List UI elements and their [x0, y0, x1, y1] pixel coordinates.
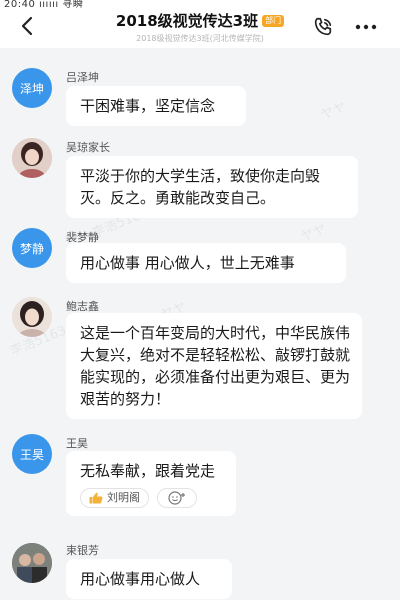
sender-name: 吴琼家长: [66, 141, 110, 154]
status-bar: 20:40 ıııııı 寻瞬: [0, 0, 400, 10]
add-emoji-icon: [168, 491, 185, 505]
thumbs-up-icon: [89, 492, 103, 504]
chat-subtitle: 2018级视觉传达3班(河北传媒学院): [136, 34, 264, 43]
avatar-photo: [12, 138, 52, 178]
message-bubble[interactable]: 无私奉献，跟着党走 刘明阁: [66, 451, 236, 516]
avatar[interactable]: [12, 138, 52, 178]
avatar-photo: [12, 297, 52, 337]
title-area[interactable]: 2018级视觉传达3班 部门 2018级视觉传达3班(河北传媒学院): [0, 10, 400, 44]
sender-name: 鲍志鑫: [66, 300, 99, 313]
reaction-user: 刘明阁: [107, 491, 140, 504]
reaction-row: 刘明阁: [80, 488, 224, 508]
avatar[interactable]: [12, 543, 52, 583]
message-bubble[interactable]: 这是一个百年变局的大时代，中华民族伟大复兴，绝对不是轻轻松松、敲锣打鼓就能实现的…: [66, 313, 362, 419]
avatar[interactable]: 梦静: [12, 228, 52, 268]
avatar[interactable]: 泽坤: [12, 68, 52, 108]
watermark: ヤヤ: [298, 221, 329, 246]
avatar-text: 王昊: [19, 447, 44, 462]
chat-title: 2018级视觉传达3班: [115, 12, 259, 30]
sender-name: 吕泽坤: [66, 71, 99, 84]
chat-header: 2018级视觉传达3班 部门 2018级视觉传达3班(河北传媒学院): [0, 8, 400, 48]
message-bubble[interactable]: 平淡于你的大学生活，致使你走向毁灭。反之。勇敢能改变自己。: [66, 156, 358, 218]
message-bubble[interactable]: 用心做事 用心做人，世上无难事: [66, 243, 346, 283]
message-bubble[interactable]: 干困难事，坚定信念: [66, 86, 246, 126]
phone-call-icon[interactable]: [312, 16, 334, 38]
avatar[interactable]: [12, 297, 52, 337]
department-badge: 部门: [262, 14, 285, 27]
sender-name: 束银芳: [66, 544, 99, 557]
watermark: ヤヤ: [318, 99, 349, 124]
message-bubble[interactable]: 用心做事用心做人: [66, 559, 232, 599]
sender-name: 王昊: [66, 437, 88, 450]
reaction-chip[interactable]: 刘明阁: [80, 488, 149, 508]
avatar[interactable]: 王昊: [12, 434, 52, 474]
avatar-photo: [12, 543, 52, 583]
message-text: 无私奉献，跟着党走: [80, 462, 216, 480]
avatar-text: 梦静: [19, 241, 44, 256]
avatar-text: 泽坤: [19, 81, 44, 96]
more-options-icon[interactable]: [352, 16, 380, 38]
add-reaction-button[interactable]: [157, 488, 197, 508]
